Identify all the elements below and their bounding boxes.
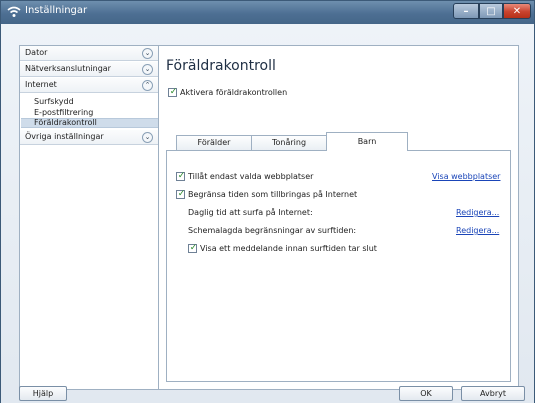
- allow-only-selected-checkbox[interactable]: ✓: [176, 171, 186, 181]
- tab-label: Förälder: [197, 138, 231, 147]
- checkmark-icon: ✓: [177, 189, 186, 199]
- settings-window: Inställningar – □ ✕ Dator ⌄ Nätverksansl…: [0, 0, 535, 403]
- content-panel: Föräldrakontroll ✓ Aktivera föräldrakont…: [158, 45, 519, 390]
- sidebar-item-email-filter[interactable]: E-postfiltrering: [34, 108, 93, 117]
- ok-button-label: OK: [420, 389, 432, 398]
- cancel-button[interactable]: Avbryt: [461, 386, 525, 401]
- sidebar-group-label: Dator: [25, 48, 48, 57]
- enable-parental-control-checkbox[interactable]: ✓: [168, 87, 178, 97]
- maximize-icon: □: [486, 6, 496, 17]
- sidebar-group-label: Övriga inställningar: [25, 132, 104, 141]
- checkmark-icon: ✓: [177, 171, 186, 181]
- chevron-down-icon[interactable]: ⌄: [142, 48, 153, 59]
- wifi-shield-icon: [7, 6, 21, 17]
- minimize-icon: –: [463, 6, 469, 17]
- maximize-button[interactable]: □: [479, 3, 503, 19]
- sidebar-group-dator[interactable]: Dator ⌄: [20, 46, 159, 61]
- page-title: Föräldrakontroll: [166, 58, 276, 74]
- schedule-label: Schemalagda begränsningar av surftiden:: [188, 226, 357, 235]
- tab-child[interactable]: Barn: [326, 132, 408, 151]
- title-bar[interactable]: Inställningar – □ ✕: [1, 1, 534, 24]
- window-title: Inställningar: [25, 5, 88, 16]
- tab-teen[interactable]: Tonåring: [251, 135, 327, 150]
- sidebar-group-other[interactable]: Övriga inställningar ⌄: [20, 130, 159, 145]
- enable-parental-control-label: Aktivera föräldrakontrollen: [180, 88, 288, 97]
- checkmark-icon: ✓: [169, 87, 178, 97]
- tab-parent[interactable]: Förälder: [176, 135, 252, 150]
- chevron-up-icon[interactable]: ⌃: [142, 80, 153, 91]
- show-websites-link[interactable]: Visa webbplatser: [432, 172, 500, 181]
- tab-label: Barn: [357, 137, 377, 146]
- schedule-edit-link[interactable]: Redigera...: [456, 226, 499, 235]
- tab-label: Tonåring: [271, 138, 307, 147]
- close-icon: ✕: [512, 6, 522, 17]
- daily-time-edit-link[interactable]: Redigera...: [456, 208, 499, 217]
- cancel-button-label: Avbryt: [480, 389, 506, 398]
- sidebar-group-network[interactable]: Nätverksanslutningar ⌄: [20, 62, 159, 77]
- sidebar-group-label: Internet: [25, 80, 57, 89]
- sidebar-item-parental-control[interactable]: Föräldrakontroll: [34, 118, 97, 127]
- minimize-button[interactable]: –: [453, 3, 479, 19]
- settings-sidebar: Dator ⌄ Nätverksanslutningar ⌄ Internet …: [19, 45, 160, 390]
- limit-time-checkbox[interactable]: ✓: [176, 189, 186, 199]
- chevron-down-icon[interactable]: ⌄: [142, 132, 153, 143]
- ok-button[interactable]: OK: [399, 386, 453, 401]
- daily-time-label: Daglig tid att surfa på Internet:: [188, 208, 313, 217]
- help-button-label: Hjälp: [32, 389, 54, 398]
- close-button[interactable]: ✕: [503, 3, 531, 19]
- sidebar-item-surfskydd[interactable]: Surfskydd: [34, 97, 74, 106]
- show-message-label: Visa ett meddelande innan surftiden tar …: [200, 244, 377, 253]
- show-message-checkbox[interactable]: ✓: [188, 243, 198, 253]
- chevron-down-icon[interactable]: ⌄: [142, 64, 153, 75]
- client-area: Dator ⌄ Nätverksanslutningar ⌄ Internet …: [1, 24, 534, 403]
- limit-time-label: Begränsa tiden som tillbringas på Intern…: [188, 190, 358, 199]
- help-button[interactable]: Hjälp: [19, 386, 67, 401]
- sidebar-group-internet[interactable]: Internet ⌃: [20, 78, 159, 93]
- sidebar-group-label: Nätverksanslutningar: [25, 64, 111, 73]
- tab-content: ✓ Tillåt endast valda webbplatser Visa w…: [166, 150, 511, 382]
- checkmark-icon: ✓: [189, 243, 198, 253]
- allow-only-selected-label: Tillåt endast valda webbplatser: [188, 172, 314, 181]
